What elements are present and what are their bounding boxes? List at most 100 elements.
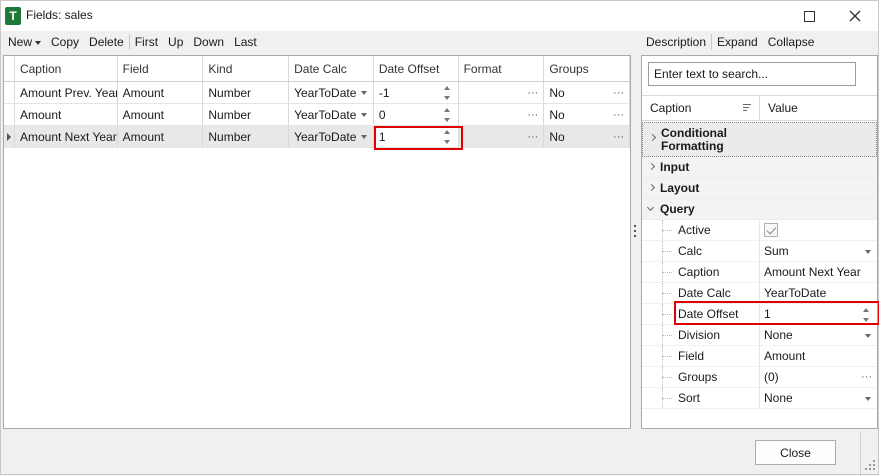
property-value[interactable]: None xyxy=(760,388,877,408)
ellipsis-icon[interactable]: ··· xyxy=(527,104,538,125)
spin-down-icon[interactable] xyxy=(863,318,869,322)
property-calc[interactable]: Calc Sum xyxy=(642,241,877,262)
caption-cell[interactable]: Amount xyxy=(14,104,118,126)
delete-button[interactable]: Delete xyxy=(84,32,129,52)
chevron-down-icon[interactable] xyxy=(865,334,871,338)
new-button[interactable]: New xyxy=(3,32,46,52)
date-calc-cell[interactable]: YearToDate xyxy=(289,82,374,104)
ellipsis-icon[interactable]: ··· xyxy=(527,126,538,147)
resize-grip-icon[interactable] xyxy=(865,460,876,471)
date-offset-cell[interactable]: 0 xyxy=(373,104,459,126)
ellipsis-icon[interactable]: ··· xyxy=(613,82,624,103)
spin-buttons[interactable] xyxy=(443,84,452,102)
ellipsis-icon[interactable]: ··· xyxy=(613,104,624,125)
close-button[interactable]: Close xyxy=(755,440,836,465)
property-value[interactable]: YearToDate xyxy=(760,283,877,303)
chevron-down-icon[interactable] xyxy=(865,250,871,254)
table-row[interactable]: Amount Prev. Year Amount Number YearToDa… xyxy=(4,82,631,104)
last-button[interactable]: Last xyxy=(229,32,262,52)
table-row-selected[interactable]: Amount Next Year Amount Number YearToDat… xyxy=(4,126,631,148)
spin-up-icon[interactable] xyxy=(443,108,450,112)
kind-cell[interactable]: Number xyxy=(203,126,290,148)
groups-cell[interactable]: No ··· xyxy=(544,82,631,104)
spin-buttons[interactable] xyxy=(443,106,452,124)
category-conditional-formatting[interactable]: Conditional Formatting xyxy=(642,122,877,157)
property-value[interactable] xyxy=(760,220,877,240)
format-cell[interactable]: ··· xyxy=(458,104,545,126)
row-indicator[interactable] xyxy=(4,126,15,148)
chevron-down-icon[interactable] xyxy=(360,91,367,95)
column-header-caption[interactable]: Caption xyxy=(15,56,118,81)
date-offset-cell-editing[interactable]: 1 xyxy=(373,126,459,148)
collapse-toggle[interactable] xyxy=(642,199,660,219)
maximize-button[interactable] xyxy=(786,1,832,31)
caption-cell[interactable]: Amount Prev. Year xyxy=(14,82,118,104)
spin-buttons[interactable] xyxy=(443,128,452,146)
format-cell[interactable]: ··· xyxy=(458,82,545,104)
sort-icon[interactable] xyxy=(743,104,751,112)
chevron-down-icon[interactable] xyxy=(865,397,871,401)
column-header-format[interactable]: Format xyxy=(459,56,545,81)
copy-button[interactable]: Copy xyxy=(46,32,84,52)
spin-up-icon[interactable] xyxy=(863,308,869,312)
first-button[interactable]: First xyxy=(130,32,163,52)
table-row[interactable]: Amount Amount Number YearToDate 0 ··· No… xyxy=(4,104,631,126)
column-header-groups[interactable]: Groups xyxy=(544,56,631,81)
property-division[interactable]: Division None xyxy=(642,325,877,346)
active-checkbox[interactable] xyxy=(764,222,778,237)
property-groups[interactable]: Groups (0) ··· xyxy=(642,367,877,388)
property-value[interactable]: Amount xyxy=(760,346,877,366)
field-cell[interactable]: Amount xyxy=(117,126,204,148)
up-button[interactable]: Up xyxy=(163,32,188,52)
column-header-date-calc[interactable]: Date Calc xyxy=(289,56,374,81)
date-calc-cell[interactable]: YearToDate xyxy=(289,126,374,148)
chevron-down-icon[interactable] xyxy=(360,135,367,139)
property-date-calc[interactable]: Date Calc YearToDate xyxy=(642,283,877,304)
kind-cell[interactable]: Number xyxy=(203,82,290,104)
kind-cell[interactable]: Number xyxy=(203,104,290,126)
property-value[interactable]: Sum xyxy=(760,241,877,261)
column-header-date-offset[interactable]: Date Offset xyxy=(374,56,459,81)
property-sort[interactable]: Sort None xyxy=(642,388,877,409)
expand-toggle[interactable] xyxy=(642,178,660,198)
expand-toggle[interactable] xyxy=(642,157,660,177)
field-cell[interactable]: Amount xyxy=(117,104,204,126)
spin-down-icon[interactable] xyxy=(443,118,450,122)
property-search-input[interactable] xyxy=(648,62,856,86)
property-value[interactable]: 1 xyxy=(760,304,877,324)
property-value[interactable]: Amount Next Year xyxy=(760,262,877,282)
property-field[interactable]: Field Amount xyxy=(642,346,877,367)
ellipsis-icon[interactable]: ··· xyxy=(861,367,872,388)
expand-toggle[interactable] xyxy=(643,123,661,156)
groups-cell[interactable]: No ··· xyxy=(544,104,631,126)
column-header-kind[interactable]: Kind xyxy=(203,56,290,81)
format-cell[interactable]: ··· xyxy=(458,126,545,148)
date-calc-cell[interactable]: YearToDate xyxy=(289,104,374,126)
category-query[interactable]: Query xyxy=(642,199,877,220)
ellipsis-icon[interactable]: ··· xyxy=(527,82,538,103)
header-caption[interactable]: Caption xyxy=(642,96,760,120)
caption-cell[interactable]: Amount Next Year xyxy=(14,126,118,148)
groups-cell[interactable]: No ··· xyxy=(544,126,631,148)
category-input[interactable]: Input xyxy=(642,157,877,178)
row-indicator[interactable] xyxy=(4,104,15,126)
description-button[interactable]: Description xyxy=(641,32,711,52)
property-active[interactable]: Active xyxy=(642,220,877,241)
row-indicator[interactable] xyxy=(4,82,15,104)
property-value[interactable]: (0) ··· xyxy=(760,367,877,387)
chevron-down-icon[interactable] xyxy=(360,113,367,117)
category-layout[interactable]: Layout xyxy=(642,178,877,199)
collapse-button[interactable]: Collapse xyxy=(763,32,820,52)
property-date-offset[interactable]: Date Offset 1 xyxy=(642,304,877,325)
spin-down-icon[interactable] xyxy=(443,96,450,100)
date-offset-cell[interactable]: -1 xyxy=(373,82,459,104)
down-button[interactable]: Down xyxy=(188,32,229,52)
spin-up-icon[interactable] xyxy=(443,130,450,134)
ellipsis-icon[interactable]: ··· xyxy=(613,126,624,147)
expand-button[interactable]: Expand xyxy=(712,32,763,52)
spin-up-icon[interactable] xyxy=(443,86,450,90)
field-cell[interactable]: Amount xyxy=(117,82,204,104)
panel-splitter[interactable] xyxy=(634,225,637,237)
property-caption[interactable]: Caption Amount Next Year xyxy=(642,262,877,283)
column-header-field[interactable]: Field xyxy=(118,56,204,81)
